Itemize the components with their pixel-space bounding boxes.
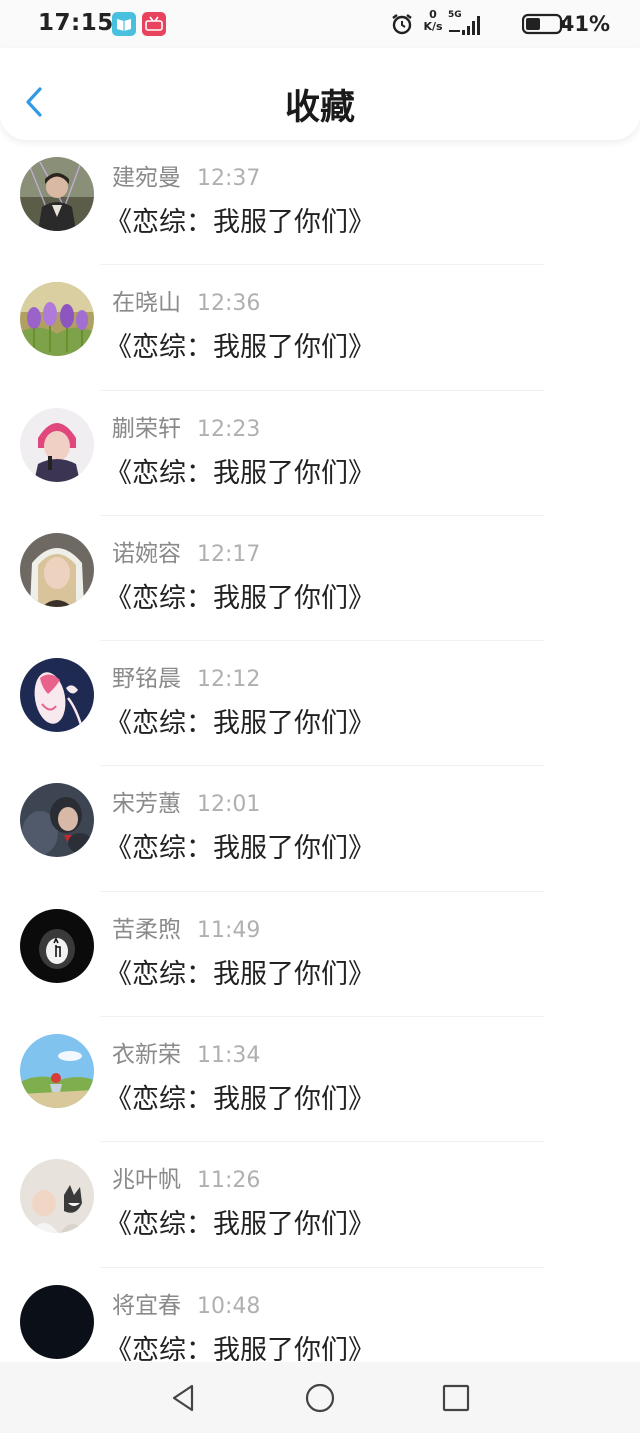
item-time: 12:17 <box>197 541 261 567</box>
meta-row: 将宜春 10:48 <box>112 1286 261 1319</box>
battery-percent: 41% <box>559 12 610 36</box>
meta-row: 苦柔煦 11:49 <box>112 910 261 943</box>
screen: 17:15 0 K/s 5G 41% 收藏 建宛曼 12:37 《恋综：我服了你… <box>0 0 640 1433</box>
meta-row: 野铭晨 12:12 <box>112 659 261 693</box>
item-text: 《恋综：我服了你们》 <box>105 1084 375 1116</box>
list-item[interactable]: 衣新荣 11:34 《恋综：我服了你们》 <box>0 1017 640 1143</box>
avatar <box>20 783 94 858</box>
item-text: 《恋综：我服了你们》 <box>105 833 375 865</box>
item-time: 11:26 <box>197 1168 261 1194</box>
page-title: 收藏 <box>284 88 355 128</box>
item-time: 12:23 <box>197 416 261 442</box>
list-item[interactable]: 蒯荣轩 12:23 《恋综：我服了你们》 <box>0 391 640 516</box>
avatar <box>20 1034 94 1109</box>
net-speed: 0 K/s <box>420 9 446 33</box>
avatar <box>20 157 94 231</box>
item-author: 衣新荣 <box>112 1042 181 1069</box>
item-time: 11:34 <box>197 1043 261 1069</box>
alarm-icon <box>392 14 412 35</box>
avatar <box>20 1284 94 1359</box>
list-item[interactable]: 兆叶帆 11:26 《恋综：我服了你们》 <box>0 1142 640 1268</box>
item-text: 《恋综：我服了你们》 <box>105 1209 375 1241</box>
item-author: 宋芳蕙 <box>112 791 181 818</box>
item-author: 苦柔煦 <box>112 916 181 943</box>
favorites-list: 建宛曼 12:37 《恋综：我服了你们》 在晓山 12:36 《恋综：我服了你们… <box>0 140 640 1393</box>
avatar <box>20 658 94 733</box>
net-speed-unit: K/s <box>423 20 443 33</box>
meta-row: 衣新荣 11:34 <box>112 1035 261 1069</box>
item-time: 12:37 <box>197 166 261 191</box>
list-item[interactable]: 在晓山 12:36 《恋综：我服了你们》 <box>0 265 640 391</box>
header: 收藏 <box>0 48 640 140</box>
status-time: 17:15 <box>38 10 114 36</box>
avatar <box>20 1159 94 1234</box>
item-text: 《恋综：我服了你们》 <box>105 582 375 614</box>
list-item[interactable]: 诺婉容 12:17 《恋综：我服了你们》 <box>0 516 640 642</box>
item-author: 建宛曼 <box>112 165 181 191</box>
avatar <box>20 282 94 357</box>
item-time: 12:36 <box>197 291 261 317</box>
list-item[interactable]: 建宛曼 12:37 《恋综：我服了你们》 <box>0 140 640 266</box>
item-text: 《恋综：我服了你们》 <box>105 958 375 990</box>
nav-back-triangle-icon[interactable] <box>168 1382 200 1414</box>
item-text: 《恋综：我服了你们》 <box>105 332 375 364</box>
video-app-icon <box>142 12 166 36</box>
item-time: 11:49 <box>197 917 261 943</box>
meta-row: 宋芳蕙 12:01 <box>112 784 261 818</box>
meta-row: 建宛曼 12:37 <box>112 158 261 191</box>
avatar <box>20 407 94 482</box>
meta-row: 兆叶帆 11:26 <box>112 1160 261 1194</box>
item-time: 10:48 <box>197 1293 261 1319</box>
item-text: 《恋综：我服了你们》 <box>105 457 375 489</box>
signal-icon: 5G <box>448 10 484 38</box>
item-text: 《恋综：我服了你们》 <box>105 207 375 238</box>
system-nav-bar <box>0 1362 640 1433</box>
item-author: 将宜春 <box>112 1292 181 1319</box>
item-time: 12:01 <box>197 792 261 818</box>
status-bar: 17:15 0 K/s 5G 41% <box>0 0 640 48</box>
status-right: 0 K/s 5G 41% <box>350 8 610 40</box>
list-item[interactable]: 野铭晨 12:12 《恋综：我服了你们》 <box>0 641 640 767</box>
meta-row: 诺婉容 12:17 <box>112 534 261 567</box>
item-author: 在晓山 <box>112 290 181 317</box>
avatar <box>20 908 94 983</box>
item-text: 《恋综：我服了你们》 <box>105 1334 375 1366</box>
list-item[interactable]: 宋芳蕙 12:01 《恋综：我服了你们》 <box>0 766 640 892</box>
reader-app-icon <box>112 12 136 36</box>
meta-row: 在晓山 12:36 <box>112 283 261 317</box>
nav-home-circle-icon[interactable] <box>304 1382 336 1414</box>
list-item[interactable]: 苦柔煦 11:49 《恋综：我服了你们》 <box>0 892 640 1018</box>
item-author: 野铭晨 <box>112 666 181 693</box>
item-author: 兆叶帆 <box>112 1167 181 1194</box>
meta-row: 蒯荣轩 12:23 <box>112 409 261 442</box>
avatar <box>20 532 94 607</box>
item-author: 蒯荣轩 <box>112 415 181 442</box>
nav-recent-square-icon[interactable] <box>440 1382 472 1414</box>
item-text: 《恋综：我服了你们》 <box>105 708 375 740</box>
item-author: 诺婉容 <box>112 540 181 567</box>
item-time: 12:12 <box>197 667 261 693</box>
